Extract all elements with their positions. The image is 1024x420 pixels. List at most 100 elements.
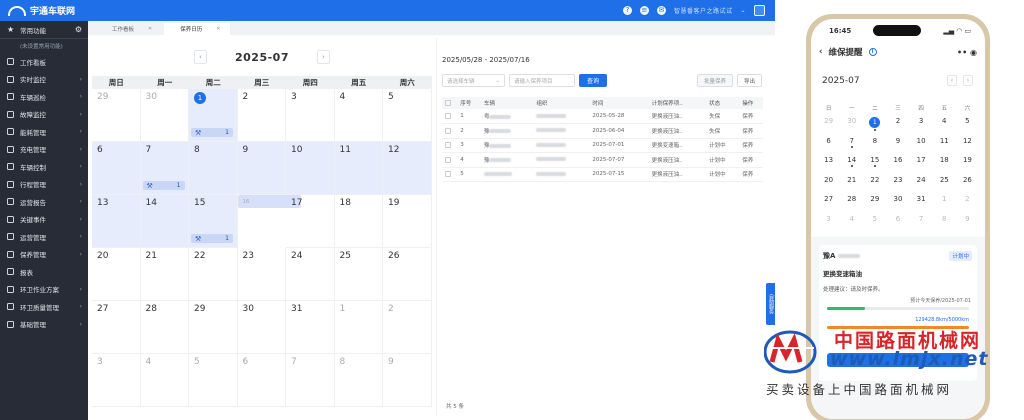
phone-calendar-day[interactable]: 8 <box>863 137 886 157</box>
calendar-day[interactable]: 29 <box>189 301 238 354</box>
table-row[interactable]: 4 豫 2025-07-07 更换液压油.. 计划中 保养 <box>442 152 763 168</box>
calendar-day[interactable]: 10 <box>286 142 335 195</box>
message-icon[interactable]: ✉ <box>656 6 666 15</box>
calendar-day[interactable]: 17 <box>286 195 335 248</box>
sidebar-item[interactable]: 基础管理 › <box>0 316 88 334</box>
sidebar-item[interactable]: 行程管理 › <box>0 176 88 194</box>
maintenance-badge[interactable]: ⚒ 1 <box>142 181 185 190</box>
phone-calendar-day[interactable]: 31 <box>910 195 933 215</box>
phone-calendar-day[interactable]: 30 <box>886 195 909 215</box>
phone-calendar-day[interactable]: 15 <box>863 156 886 176</box>
row-checkbox[interactable] <box>442 109 458 124</box>
calendar-day[interactable]: 15 ⚒ 1 <box>189 195 238 248</box>
calendar-day[interactable]: 5 <box>383 89 432 142</box>
calendar-day[interactable]: 21 <box>140 248 189 301</box>
batch-maintain-button[interactable]: 批量保养 <box>696 74 733 87</box>
calendar-day[interactable]: 8 <box>334 354 383 407</box>
export-button[interactable]: 导出 <box>736 74 762 87</box>
phone-calendar-day[interactable]: 7 <box>840 137 863 157</box>
calendar-day[interactable]: 11 <box>334 142 383 195</box>
phone-calendar-day[interactable]: 29 <box>817 117 840 137</box>
maintain-link[interactable]: 保养 <box>739 138 763 153</box>
calendar-day[interactable]: 1 <box>334 301 383 354</box>
calendar-day[interactable]: 4 <box>140 354 189 407</box>
calendar-day[interactable]: 4 <box>334 89 383 142</box>
calendar-day[interactable]: 9 <box>383 354 432 407</box>
vehicle-select[interactable]: 请选择车辆 ⌄ <box>442 74 505 87</box>
maintenance-badge[interactable]: ⚒ 1 <box>191 128 233 137</box>
phone-calendar-day[interactable]: 27 <box>817 195 840 215</box>
info-icon[interactable]: i <box>868 48 877 56</box>
sidebar-item[interactable]: 故障监控 › <box>0 106 88 124</box>
maintain-link[interactable]: 保养 <box>739 123 763 139</box>
phone-calendar-day[interactable]: 9 <box>886 137 909 157</box>
phone-calendar-day[interactable]: 1 <box>863 117 886 137</box>
phone-next-month-button[interactable]: › <box>963 75 973 86</box>
phone-calendar-day[interactable]: 2 <box>886 117 909 137</box>
calendar-day[interactable]: 1 ⚒ 1 <box>189 89 238 142</box>
next-month-button[interactable]: › <box>317 50 330 64</box>
user-name[interactable]: 智慧番客户之路试试 <box>674 6 733 15</box>
row-checkbox[interactable] <box>442 138 458 153</box>
phone-calendar-day[interactable]: 22 <box>863 176 886 196</box>
phone-calendar-day[interactable]: 20 <box>817 176 840 196</box>
phone-prev-month-button[interactable]: ‹ <box>947 75 957 86</box>
chevron-down-icon[interactable]: ⌄ <box>740 7 746 14</box>
tab-workboard[interactable]: 工作看板 ✕ <box>96 23 163 35</box>
phone-calendar-day[interactable]: 19 <box>956 156 979 176</box>
sidebar-item[interactable]: 车辆控制 › <box>0 158 88 176</box>
calendar-day[interactable]: 24 <box>286 248 335 301</box>
phone-calendar-day[interactable]: 4 <box>840 215 863 235</box>
sidebar-item[interactable]: 工作看板 <box>0 53 88 71</box>
phone-calendar-day[interactable]: 1 <box>933 195 956 215</box>
calendar-day[interactable]: 19 <box>383 195 432 248</box>
calendar-day[interactable]: 6 <box>92 142 141 195</box>
phone-calendar-day[interactable]: 18 <box>933 156 956 176</box>
phone-calendar-day[interactable]: 26 <box>956 176 979 196</box>
prev-month-button[interactable]: ‹ <box>194 50 207 64</box>
table-row[interactable]: 5 2025-07-15 更换液压油.. 计划中 保养 <box>442 167 763 182</box>
phone-calendar-day[interactable]: 28 <box>840 195 863 215</box>
phone-calendar-day[interactable]: 13 <box>817 156 840 176</box>
self-service-tab[interactable]: 自助服务 <box>766 283 775 325</box>
calendar-day[interactable]: 2 <box>237 89 286 142</box>
phone-calendar-day[interactable]: 2 <box>956 195 979 215</box>
calendar-day[interactable]: 3 <box>286 89 335 142</box>
phone-calendar-day[interactable]: 4 <box>933 117 956 137</box>
calendar-day[interactable]: 2 <box>383 301 432 354</box>
calendar-day[interactable]: 25 <box>334 248 383 301</box>
gear-icon[interactable]: ⚙ <box>75 25 82 34</box>
query-button[interactable]: 查询 <box>579 74 607 87</box>
sidebar-item[interactable]: 车辆巡检 › <box>0 88 88 106</box>
maintenance-badge[interactable]: ⚒ 1 <box>191 234 233 243</box>
select-all-checkbox[interactable] <box>442 97 458 109</box>
close-icon[interactable]: ✕ <box>216 26 220 32</box>
table-row[interactable]: 2 豫 2025-06-04 更换液压油.. 失保 保养 <box>442 123 763 139</box>
phone-calendar-day[interactable]: 3 <box>910 117 933 137</box>
sidebar-item[interactable]: 能耗管理 › <box>0 123 88 141</box>
phone-calendar-day[interactable]: 5 <box>863 215 886 235</box>
calendar-day[interactable]: 20 <box>92 248 141 301</box>
calendar-day[interactable]: 12 <box>383 142 432 195</box>
calendar-day[interactable]: 28 <box>140 301 189 354</box>
sidebar-item[interactable]: 保养管理 › <box>0 246 88 264</box>
calendar-day[interactable]: 30 <box>140 89 189 142</box>
phone-calendar-day[interactable]: 17 <box>910 156 933 176</box>
table-row[interactable]: 1 粤 2025-05-28 更换液压油.. 失保 保养 <box>442 109 763 124</box>
maintain-link[interactable]: 保养 <box>739 167 763 182</box>
maintenance-item-input[interactable]: 请输入保养项目 <box>509 74 575 87</box>
sidebar-item[interactable]: 充电管理 › <box>0 141 88 159</box>
phone-calendar-day[interactable]: 25 <box>933 176 956 196</box>
calendar-day[interactable]: 26 <box>383 248 432 301</box>
sidebar-item[interactable]: 环卫质量管理 › <box>0 298 88 316</box>
phone-calendar-day[interactable]: 9 <box>956 215 979 235</box>
calendar-day[interactable]: 5 <box>189 354 238 407</box>
sidebar-item[interactable]: 报表 <box>0 263 88 281</box>
phone-calendar-day[interactable]: 11 <box>933 137 956 157</box>
calendar-day[interactable]: 30 <box>237 301 286 354</box>
sidebar-item[interactable]: 环卫作业方案 › <box>0 281 88 299</box>
phone-calendar-day[interactable]: 24 <box>910 176 933 196</box>
calendar-day[interactable]: 8 <box>189 142 238 195</box>
close-icon[interactable]: ✕ <box>148 26 152 32</box>
phone-calendar-day[interactable]: 16 <box>886 156 909 176</box>
